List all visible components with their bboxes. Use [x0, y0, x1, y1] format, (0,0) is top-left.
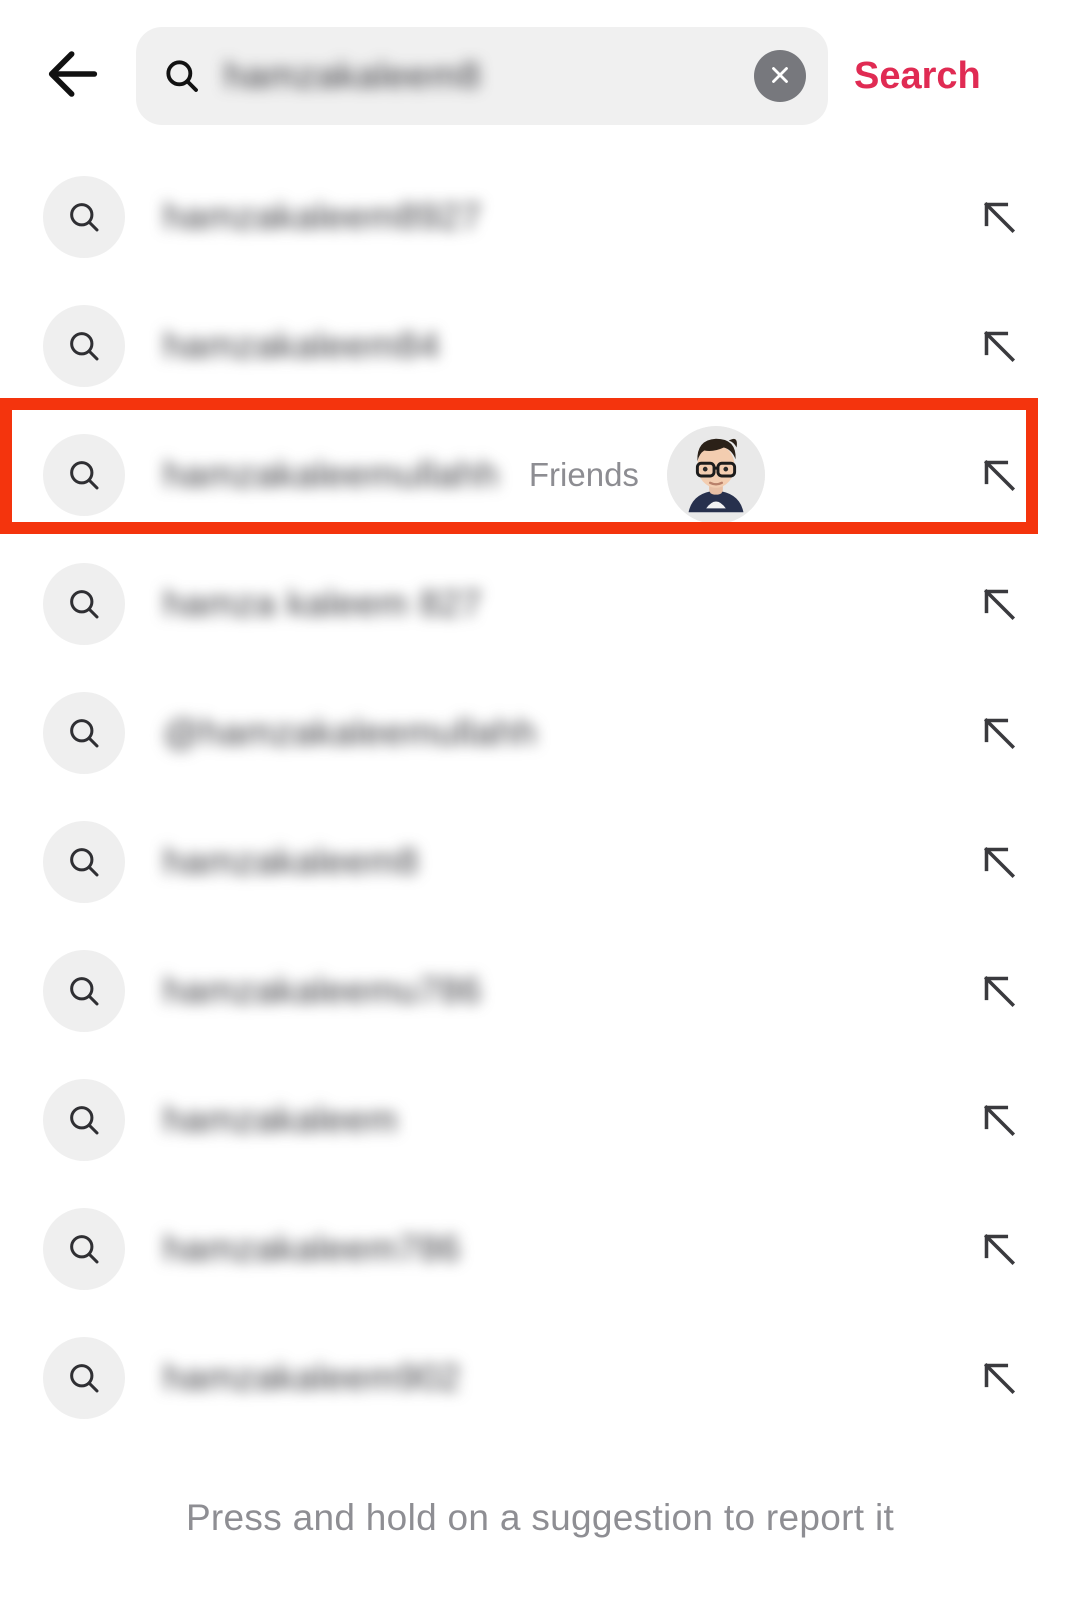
suggestion-label: hamzakaleem8 — [163, 840, 419, 882]
search-icon — [43, 1078, 125, 1161]
report-hint-text: Press and hold on a suggestion to report… — [185, 1497, 895, 1538]
search-suggestions-screen: hamzakaleem8 Search hamzakaleem8927 hamza… — [0, 0, 1080, 1622]
suggestion-label: hamzakaleemullahh — [163, 453, 499, 495]
suggestion-row[interactable]: hamzakaleem — [0, 1055, 1080, 1184]
search-icon — [43, 562, 125, 645]
arrow-up-left-icon[interactable] — [974, 1224, 1024, 1274]
clear-search-button[interactable] — [754, 50, 806, 102]
arrow-up-left-icon[interactable] — [974, 966, 1024, 1016]
suggestion-label: hamzakaleem84 — [163, 324, 440, 366]
suggestion-row[interactable]: @hamzakaleemullahh — [0, 668, 1080, 797]
suggestion-label: hamzakaleem — [163, 1098, 398, 1140]
search-icon — [43, 1336, 125, 1419]
search-submit-button[interactable]: Search — [854, 55, 981, 98]
suggestion-label: hamzakaleem8927 — [163, 195, 482, 237]
search-icon — [43, 949, 125, 1032]
search-header: hamzakaleem8 Search — [0, 0, 1080, 152]
suggestion-row[interactable]: hamzakaleem786 — [0, 1184, 1080, 1313]
back-arrow-icon — [41, 42, 105, 111]
suggestion-row[interactable]: hamzakaleem902 — [0, 1313, 1080, 1442]
arrow-up-left-icon[interactable] — [974, 321, 1024, 371]
arrow-up-left-icon[interactable] — [974, 837, 1024, 887]
search-icon — [43, 820, 125, 903]
search-icon — [43, 1207, 125, 1290]
suggestion-label: @hamzakaleemullahh — [163, 711, 537, 753]
avatar — [666, 425, 765, 524]
search-input[interactable]: hamzakaleem8 — [136, 27, 828, 125]
suggestion-relationship-label: Friends — [528, 455, 639, 493]
suggestion-label: hamza kaleem 827 — [163, 582, 483, 624]
back-button[interactable] — [30, 33, 116, 119]
close-icon — [767, 62, 793, 91]
suggestion-row[interactable]: hamzakaleem84 — [0, 281, 1080, 410]
search-icon — [43, 433, 125, 516]
suggestion-row[interactable]: hamzakaleem8 — [0, 797, 1080, 926]
search-input-value: hamzakaleem8 — [224, 55, 481, 96]
suggestion-label: hamzakaleem902 — [163, 1356, 461, 1398]
suggestion-label: hamzakaleem786 — [163, 1227, 461, 1269]
search-icon — [43, 175, 125, 258]
arrow-up-left-icon[interactable] — [974, 1353, 1024, 1403]
arrow-up-left-icon[interactable] — [974, 579, 1024, 629]
suggestion-row[interactable]: hamza kaleem 827 — [0, 539, 1080, 668]
suggestion-row[interactable]: hamzakaleem8927 — [0, 152, 1080, 281]
arrow-up-left-icon[interactable] — [974, 450, 1024, 500]
arrow-up-left-icon[interactable] — [974, 708, 1024, 758]
suggestion-row[interactable]: hamzakaleemu786 — [0, 926, 1080, 1055]
search-icon — [162, 56, 202, 96]
suggestion-row[interactable]: hamzakaleemullahh Friends — [0, 410, 1080, 539]
suggestion-list: hamzakaleem8927 hamzakaleem84 hamzakaleemu… — [0, 152, 1080, 1442]
search-icon — [43, 304, 125, 387]
arrow-up-left-icon[interactable] — [974, 1095, 1024, 1145]
arrow-up-left-icon[interactable] — [974, 192, 1024, 242]
search-icon — [43, 691, 125, 774]
suggestion-label: hamzakaleemu786 — [163, 969, 482, 1011]
